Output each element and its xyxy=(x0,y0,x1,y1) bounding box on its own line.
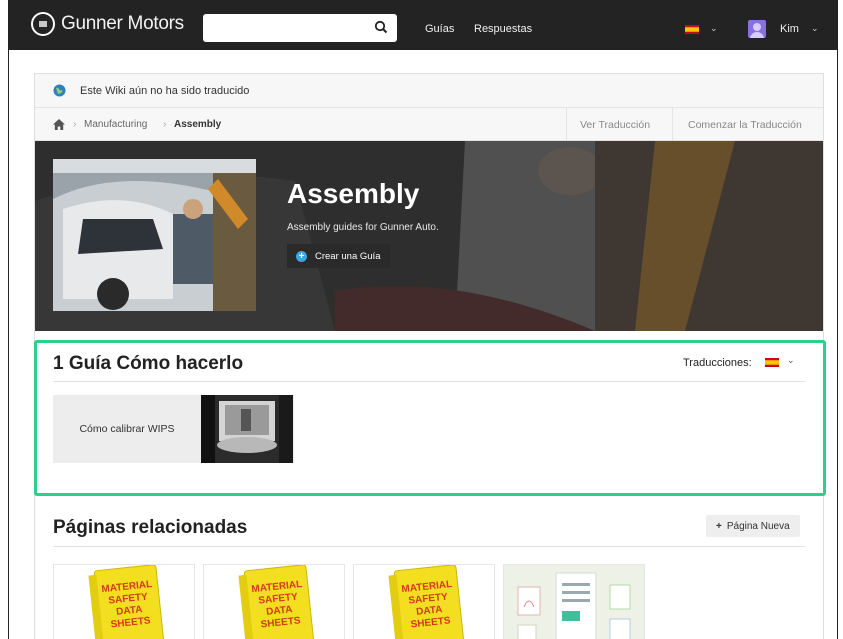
page-subtitle: Assembly guides for Gunner Auto. xyxy=(287,222,439,233)
related-page-card-documents[interactable] xyxy=(503,564,645,639)
msds-binder-image: MATERIAL SAFETY DATA SHEETS xyxy=(54,565,194,639)
divider xyxy=(53,381,805,382)
start-translation-link[interactable]: Comenzar la Traducción xyxy=(688,119,802,131)
breadcrumb: › Manufacturing › Assembly Ver Traducció… xyxy=(35,108,823,141)
search-icon[interactable] xyxy=(374,20,388,34)
divider xyxy=(566,108,567,141)
brand-name: Gunner Motors xyxy=(61,13,184,34)
guide-card[interactable]: Cómo calibrar WIPS xyxy=(53,395,294,463)
related-page-card-msds[interactable]: MATERIAL SAFETY DATA SHEETS xyxy=(203,564,345,639)
brand-logo[interactable]: Gunner Motors xyxy=(31,12,184,36)
nav-answers-link[interactable]: Respuestas xyxy=(474,23,532,35)
divider xyxy=(53,546,805,547)
breadcrumb-separator: › xyxy=(73,119,77,130)
translations-label: Traducciones: xyxy=(683,357,752,369)
hero-thumbnail-image xyxy=(53,159,256,311)
msds-binder-image: MATERIAL SAFETY DATA SHEETS xyxy=(204,565,344,639)
breadcrumb-separator: › xyxy=(163,119,167,130)
guides-count-title: 1 Guía Cómo hacerlo xyxy=(53,353,244,374)
gunner-logo-icon xyxy=(31,12,55,36)
documents-illustration-image xyxy=(504,565,644,639)
spain-flag-icon[interactable] xyxy=(685,25,699,34)
new-page-button[interactable]: + Página Nueva xyxy=(706,515,800,537)
breadcrumb-item-manufacturing[interactable]: Manufacturing xyxy=(84,119,147,130)
guide-thumbnail-image xyxy=(201,395,293,463)
home-icon[interactable] xyxy=(53,119,65,130)
create-guide-label: Crear una Guía xyxy=(315,250,381,262)
hero-banner: Assembly Assembly guides for Gunner Auto… xyxy=(35,141,823,331)
top-navbar: Gunner Motors Guías Respuestas ⌄ Kim ⌄ xyxy=(9,0,837,50)
msds-binder-image: MATERIAL SAFETY DATA SHEETS xyxy=(354,565,494,639)
search-input[interactable] xyxy=(203,14,397,42)
plus-icon: + xyxy=(716,520,722,532)
plus-circle-icon: + xyxy=(296,250,307,262)
notice-text: Este Wiki aún no ha sido traducido xyxy=(80,85,250,97)
user-avatar[interactable] xyxy=(748,20,766,38)
guides-section: 1 Guía Cómo hacerlo Traducciones: ⌄ Cómo… xyxy=(34,340,826,496)
spain-flag-icon[interactable] xyxy=(765,358,779,367)
create-guide-button[interactable]: + Crear una Guía xyxy=(287,244,391,268)
nav-guides-link[interactable]: Guías xyxy=(425,23,454,35)
translations-chevron-down-icon[interactable]: ⌄ xyxy=(787,355,795,366)
page-title: Assembly xyxy=(287,178,420,209)
user-name[interactable]: Kim xyxy=(780,23,799,35)
related-page-card-msds[interactable]: MATERIAL SAFETY DATA SHEETS xyxy=(353,564,495,639)
user-chevron-down-icon[interactable]: ⌄ xyxy=(811,23,819,34)
translation-notice: Este Wiki aún no ha sido traducido xyxy=(35,74,823,108)
view-translation-link[interactable]: Ver Traducción xyxy=(580,119,650,131)
new-page-label: Página Nueva xyxy=(726,520,790,532)
divider xyxy=(672,108,673,141)
language-chevron-down-icon[interactable]: ⌄ xyxy=(710,23,718,34)
globe-icon xyxy=(53,84,66,97)
breadcrumb-item-assembly: Assembly xyxy=(174,119,222,130)
related-page-card-msds[interactable]: MATERIAL SAFETY DATA SHEETS xyxy=(53,564,195,639)
guide-card-title: Cómo calibrar WIPS xyxy=(79,423,175,435)
page-frame: Gunner Motors Guías Respuestas ⌄ Kim ⌄ E… xyxy=(8,0,838,639)
related-pages-title: Páginas relacionadas xyxy=(53,517,248,538)
